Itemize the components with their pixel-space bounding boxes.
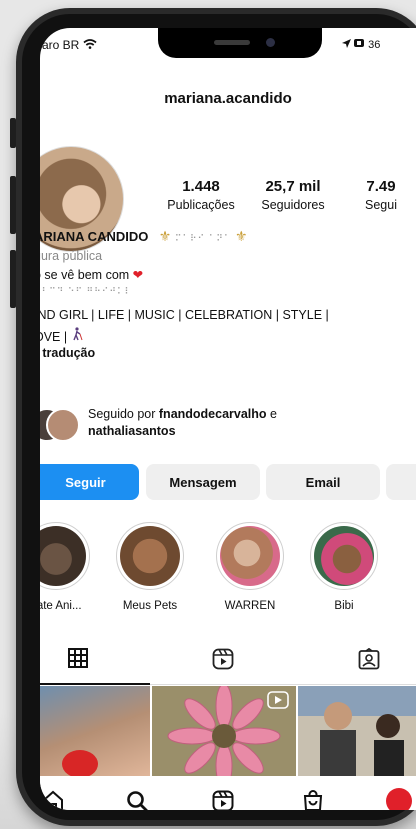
message-button[interactable]: Mensagem (146, 464, 260, 500)
followed-and: e (266, 407, 277, 421)
reels-icon[interactable] (212, 648, 234, 675)
highlight-ring (310, 522, 378, 590)
followed-user-1: fnandodecarvalho (158, 407, 267, 421)
highlight-3[interactable]: Bibi (308, 522, 380, 612)
battery-label: 36 (368, 39, 381, 51)
home-icon[interactable] (42, 790, 64, 810)
stat-following[interactable]: 7.49 Segui (350, 178, 412, 212)
highlight-label: gate Ani... (40, 600, 82, 612)
stat-followers-label: Seguidores (261, 198, 325, 212)
highlight-label: Bibi (334, 600, 354, 612)
highlight-ring (40, 522, 90, 590)
profile-name-line: ARIANA CANDIDO ⚜ ⠍⠁⠗⠊ ⠁⠝⠁ ⚜ (40, 228, 248, 245)
highlight-thumbnail (220, 526, 280, 586)
heart-icon: ❤ (132, 268, 144, 282)
stat-posts[interactable]: 1.448 Publicações (158, 178, 244, 212)
reels-nav-icon[interactable] (212, 790, 234, 810)
highlight-thumbnail (40, 526, 86, 586)
email-button[interactable]: Email (266, 464, 380, 500)
wifi-icon (83, 38, 97, 52)
highlight-ring (116, 522, 184, 590)
highlight-thumbnail (120, 526, 180, 586)
highlight-label: Meus Pets (122, 600, 178, 612)
location-arrow-icon (342, 39, 354, 51)
person-with-cane-icon (71, 327, 83, 344)
highlight-1[interactable]: Meus Pets (114, 522, 186, 612)
front-camera (266, 38, 275, 47)
tagged-icon[interactable] (358, 647, 380, 675)
profile-category: gura pública (40, 249, 103, 263)
highlight-0[interactable]: gate Ani... (40, 522, 92, 612)
status-carrier: aro BR (42, 38, 97, 52)
bio-line-1: o se vê bem com ❤ (40, 267, 143, 282)
highlight-ring (216, 522, 284, 590)
stat-followers[interactable]: 25,7 mil Seguidores (252, 178, 334, 212)
search-icon[interactable] (126, 790, 148, 810)
bio-text-3: OVE | (40, 330, 68, 344)
volume-down-button (10, 250, 16, 308)
bio-text-1: o se vê bem com (40, 268, 130, 282)
highlight-label: WARREN (224, 600, 276, 612)
mute-switch (10, 118, 16, 148)
grid-icon[interactable] (68, 648, 88, 673)
post-thumbnail-3[interactable] (298, 686, 416, 776)
bio-braille: ⠁⠃⠉⠙ ⠑⠋ ⠛⠓⠊⠚⠅⠇ (40, 286, 133, 296)
post-thumbnail-1[interactable] (40, 686, 150, 776)
fleur-de-lis-icon: ⚜ (158, 228, 172, 244)
carrier-label: aro BR (42, 38, 80, 52)
stat-following-number: 7.49 (366, 178, 396, 195)
notch (158, 28, 322, 58)
bio-line-2: IND GIRL | LIFE | MUSIC | CELEBRATION | … (40, 308, 329, 322)
followed-by[interactable]: Seguido por fnandodecarvalho e nathalias… (88, 406, 277, 440)
bottom-navigation (40, 776, 416, 810)
stat-posts-label: Publicações (167, 198, 235, 212)
follower-avatar-2 (46, 408, 80, 442)
instagram-profile-screen: aro BR 36 mariana.acandido 1.448 Publica… (40, 28, 416, 810)
see-translation-link[interactable]: r tradução (40, 346, 95, 360)
more-options-button[interactable] (386, 464, 416, 500)
stat-following-label: Segui (365, 198, 397, 212)
profile-name: ARIANA CANDIDO (40, 229, 149, 244)
highlight-2[interactable]: WARREN (214, 522, 286, 612)
status-indicators: 36 (342, 38, 380, 51)
tab-active-indicator (40, 683, 150, 685)
follow-button[interactable]: Seguir (40, 464, 139, 500)
stat-followers-number: 25,7 mil (265, 178, 321, 195)
stat-posts-number: 1.448 (182, 178, 220, 195)
post-thumbnail-2[interactable] (152, 686, 296, 776)
highlight-thumbnail (314, 526, 374, 586)
bio-line-3: OVE | (40, 327, 83, 344)
fleur-de-lis-icon: ⚜ (234, 228, 248, 244)
name-braille: ⠍⠁⠗⠊ ⠁⠝⠁ (174, 233, 232, 243)
profile-tab-avatar[interactable] (386, 788, 412, 810)
profile-username: mariana.acandido (164, 90, 292, 107)
shop-icon[interactable] (302, 790, 324, 810)
volume-up-button (10, 176, 16, 234)
speaker (214, 40, 250, 45)
signal-icon (354, 39, 368, 51)
followed-user-2: nathaliasantos (88, 424, 176, 438)
followed-prefix: Seguido por (88, 407, 159, 421)
